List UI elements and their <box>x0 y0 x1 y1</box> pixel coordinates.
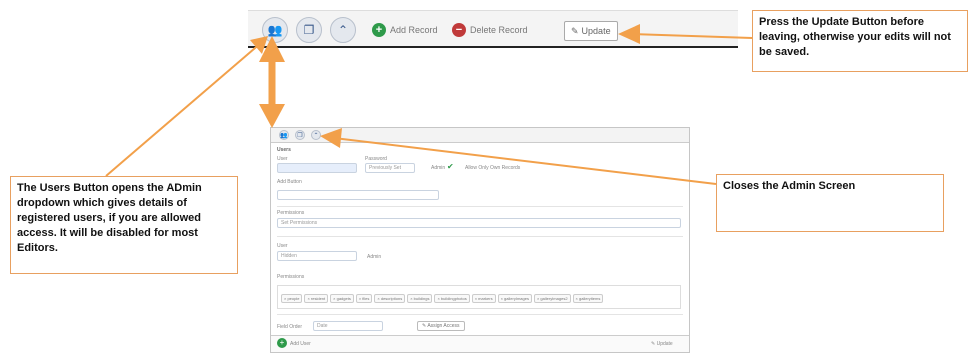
arrow-close <box>333 137 717 185</box>
arrow-head-update <box>618 24 640 44</box>
arrow-head-down <box>259 104 285 128</box>
annotation-arrows <box>105 24 753 185</box>
arrow-update <box>631 33 753 39</box>
arrow-users <box>105 41 263 177</box>
arrow-head-close <box>320 128 342 148</box>
